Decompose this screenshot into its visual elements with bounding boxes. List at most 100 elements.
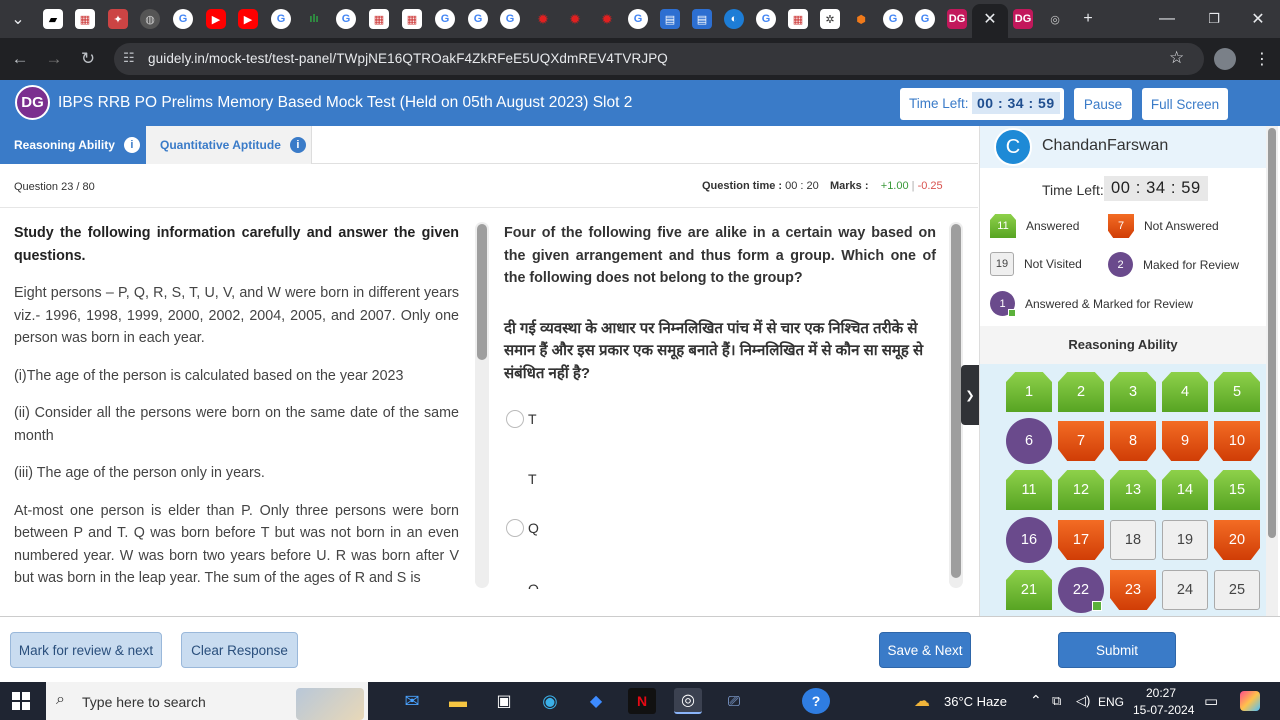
palette-question-18[interactable]: 18 bbox=[1110, 520, 1156, 560]
tab-favicon-app-icon[interactable]: ✦ bbox=[108, 9, 128, 29]
tab-favicon-bug-icon[interactable]: ✹ bbox=[597, 9, 617, 29]
tab-favicon-guidely-icon[interactable]: DG bbox=[1013, 9, 1033, 29]
palette-question-24[interactable]: 24 bbox=[1162, 570, 1208, 610]
address-bar[interactable]: ☷ guidely.in/mock-test/test-panel/TWpjNE… bbox=[114, 43, 1204, 75]
option-2[interactable]: Q bbox=[506, 519, 539, 537]
mark-review-next-button[interactable]: Mark for review & next bbox=[10, 632, 162, 668]
tab-favicon-image-icon[interactable]: ▦ bbox=[788, 9, 808, 29]
clock-date[interactable]: 15-07-2024 bbox=[1133, 703, 1194, 717]
tab-favicon-edge-icon[interactable]: ◐ bbox=[724, 9, 744, 29]
tab-favicon-google-icon[interactable]: G bbox=[336, 9, 356, 29]
tab-quantitative-aptitude[interactable]: Quantitative Aptitude i bbox=[146, 126, 312, 164]
store-icon[interactable]: ▣ bbox=[490, 688, 518, 714]
palette-question-22[interactable]: 22 bbox=[1058, 567, 1104, 613]
palette-question-21[interactable]: 21 bbox=[1006, 570, 1052, 610]
palette-question-16[interactable]: 16 bbox=[1006, 517, 1052, 563]
bookmark-star-icon[interactable]: ☆ bbox=[1169, 48, 1184, 68]
tab-favicon-google-icon[interactable]: G bbox=[271, 9, 291, 29]
file-explorer-icon[interactable]: ▬ bbox=[444, 688, 472, 714]
palette-question-9[interactable]: 9 bbox=[1162, 421, 1208, 461]
tab-favicon-doc-blue-icon[interactable]: ▤ bbox=[660, 9, 680, 29]
palette-question-1[interactable]: 1 bbox=[1006, 372, 1052, 412]
save-next-button[interactable]: Save & Next bbox=[879, 632, 971, 668]
clear-response-button[interactable]: Clear Response bbox=[181, 632, 298, 668]
tab-favicon-app-icon[interactable]: ✲ bbox=[820, 9, 840, 29]
palette-question-3[interactable]: 3 bbox=[1110, 372, 1156, 412]
info-icon[interactable]: i bbox=[289, 137, 306, 153]
window-close-icon[interactable]: ✕ bbox=[1244, 6, 1272, 32]
tab-favicon-image-icon[interactable]: ▦ bbox=[369, 9, 389, 29]
tab-favicon-bug-icon[interactable]: ✹ bbox=[533, 9, 553, 29]
language-indicator[interactable]: ENG bbox=[1098, 695, 1124, 709]
tab-favicon-google-icon[interactable]: G bbox=[883, 9, 903, 29]
palette-question-20[interactable]: 20 bbox=[1214, 520, 1260, 560]
tab-favicon-google-icon[interactable]: G bbox=[173, 9, 193, 29]
weather-text[interactable]: 36°C Haze bbox=[944, 694, 1007, 709]
option-radio[interactable] bbox=[506, 410, 524, 428]
tab-search-icon[interactable]: ⌄ bbox=[4, 6, 32, 32]
palette-question-17[interactable]: 17 bbox=[1058, 520, 1104, 560]
tab-favicon-google-icon[interactable]: G bbox=[915, 9, 935, 29]
tab-favicon-youtube-icon[interactable]: ▶ bbox=[238, 9, 258, 29]
windows-start-icon[interactable] bbox=[12, 692, 30, 710]
terminal-icon[interactable]: ⎚ bbox=[720, 688, 748, 714]
close-tab-icon[interactable]: ✕ bbox=[976, 6, 1004, 32]
task-view-icon[interactable]: ✉ bbox=[398, 688, 426, 714]
network-icon[interactable]: ⧉ bbox=[1052, 693, 1061, 709]
tab-favicon-image-icon[interactable]: ▦ bbox=[402, 9, 422, 29]
tab-favicon-doc-blue-icon[interactable]: ▤ bbox=[692, 9, 712, 29]
palette-question-7[interactable]: 7 bbox=[1058, 421, 1104, 461]
tab-favicon-chart-icon[interactable]: ılı bbox=[304, 9, 324, 29]
taskbar-search[interactable]: ⌕ Type here to search bbox=[46, 682, 368, 720]
edge-icon[interactable]: ◉ bbox=[536, 688, 564, 714]
tab-favicon-google-icon[interactable]: G bbox=[500, 9, 520, 29]
option-1[interactable]: T bbox=[506, 410, 537, 428]
tab-favicon-chrome-icon[interactable]: ◎ bbox=[1045, 9, 1065, 29]
palette-question-25[interactable]: 25 bbox=[1214, 570, 1260, 610]
copilot-icon[interactable] bbox=[1240, 691, 1260, 711]
new-tab-icon[interactable]: + bbox=[1074, 6, 1102, 32]
reload-icon[interactable]: ↻ bbox=[76, 47, 100, 71]
palette-question-8[interactable]: 8 bbox=[1110, 421, 1156, 461]
pause-button[interactable]: Pause bbox=[1074, 88, 1132, 120]
site-info-icon[interactable]: ☷ bbox=[123, 50, 135, 66]
full-screen-button[interactable]: Full Screen bbox=[1142, 88, 1228, 120]
question-scroll-thumb[interactable] bbox=[951, 224, 961, 578]
menu-dots-icon[interactable]: ⋮ bbox=[1254, 49, 1270, 69]
palette-question-10[interactable]: 10 bbox=[1214, 421, 1260, 461]
clock-time[interactable]: 20:27 bbox=[1146, 686, 1176, 700]
volume-icon[interactable]: ◁) bbox=[1076, 693, 1090, 709]
notifications-icon[interactable]: ▭ bbox=[1204, 692, 1218, 710]
palette-question-12[interactable]: 12 bbox=[1058, 470, 1104, 510]
palette-question-2[interactable]: 2 bbox=[1058, 372, 1104, 412]
tab-favicon-guidely-icon[interactable]: DG bbox=[947, 9, 967, 29]
restore-icon[interactable]: ❐ bbox=[1200, 6, 1228, 32]
forward-icon[interactable]: → bbox=[42, 47, 66, 71]
palette-question-5[interactable]: 5 bbox=[1214, 372, 1260, 412]
tab-favicon-doc-icon[interactable]: ▰ bbox=[43, 9, 63, 29]
tab-favicon-image-icon[interactable]: ▦ bbox=[75, 9, 95, 29]
minimize-icon[interactable]: — bbox=[1153, 6, 1181, 32]
tab-favicon-google-icon[interactable]: G bbox=[435, 9, 455, 29]
palette-question-13[interactable]: 13 bbox=[1110, 470, 1156, 510]
palette-scroll-thumb[interactable] bbox=[1268, 128, 1276, 538]
palette-scrollbar[interactable] bbox=[1266, 126, 1278, 616]
info-icon[interactable]: i bbox=[123, 137, 140, 153]
option-radio[interactable] bbox=[506, 519, 524, 537]
help-icon[interactable]: ? bbox=[802, 688, 830, 714]
tab-favicon-google-icon[interactable]: G bbox=[756, 9, 776, 29]
back-icon[interactable]: ← bbox=[8, 47, 32, 71]
collapse-palette-chevron-right-icon[interactable]: ❯ bbox=[961, 365, 979, 425]
palette-question-19[interactable]: 19 bbox=[1162, 520, 1208, 560]
submit-button[interactable]: Submit bbox=[1058, 632, 1176, 668]
tab-favicon-youtube-icon[interactable]: ▶ bbox=[206, 9, 226, 29]
palette-question-15[interactable]: 15 bbox=[1214, 470, 1260, 510]
palette-question-23[interactable]: 23 bbox=[1110, 570, 1156, 610]
passage-scroll-thumb[interactable] bbox=[477, 224, 487, 360]
tab-favicon-google-icon[interactable]: G bbox=[628, 9, 648, 29]
chrome-icon[interactable]: ◎ bbox=[674, 688, 702, 714]
profile-avatar[interactable] bbox=[1214, 48, 1236, 70]
palette-question-6[interactable]: 6 bbox=[1006, 418, 1052, 464]
passage-scrollbar[interactable] bbox=[475, 222, 489, 588]
tab-favicon-globe-icon[interactable]: ◍ bbox=[140, 9, 160, 29]
